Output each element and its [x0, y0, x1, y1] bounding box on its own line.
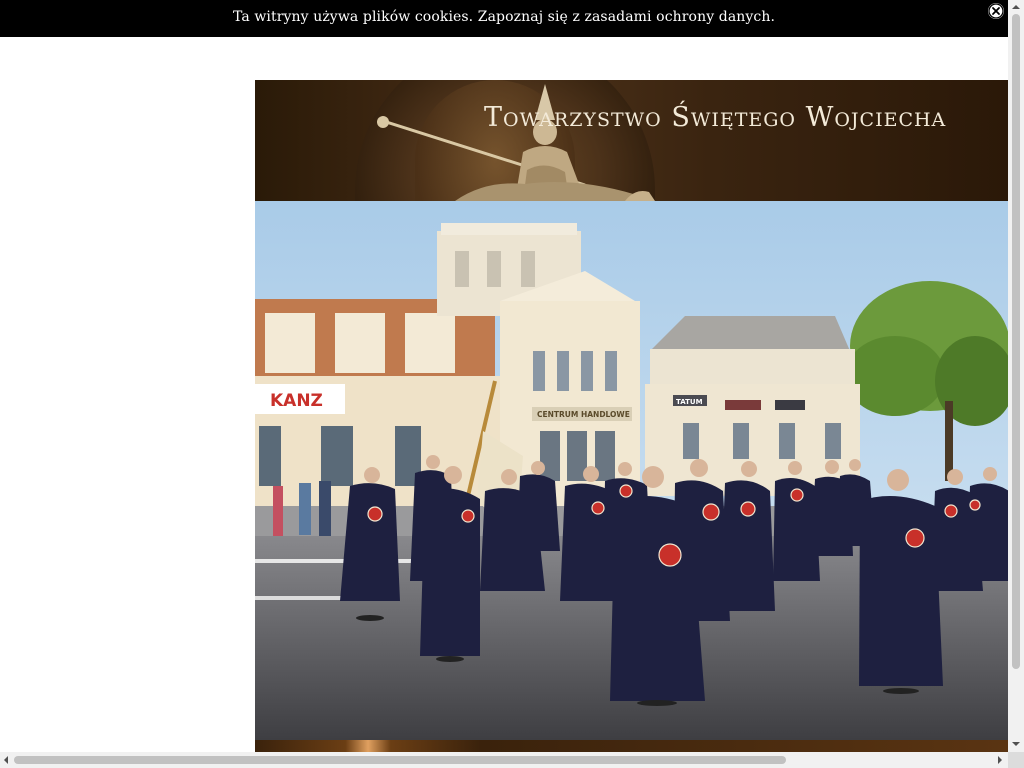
horizontal-scrollbar[interactable]	[0, 752, 1008, 768]
hero-procession-photo: KANZ CENTRUM HANDLOWE TATUM	[255, 201, 1008, 740]
site-header-banner: Towarzystwo Świętego Wojciecha	[255, 80, 1008, 201]
svg-text:CENTRUM HANDLOWE: CENTRUM HANDLOWE	[537, 410, 630, 419]
scroll-left-arrow-icon[interactable]	[4, 756, 8, 764]
vertical-scrollbar[interactable]	[1008, 0, 1024, 752]
cookie-consent-bar: Ta witryny używa plików cookies. Zapozna…	[0, 0, 1008, 37]
vertical-scrollbar-thumb[interactable]	[1012, 14, 1020, 669]
scroll-down-arrow-icon[interactable]	[1012, 742, 1020, 746]
scroll-up-arrow-icon[interactable]	[1012, 5, 1020, 9]
browser-viewport: Ta witryny używa plików cookies. Zapozna…	[0, 0, 1008, 752]
svg-text:TATUM: TATUM	[676, 398, 703, 406]
scroll-right-arrow-icon[interactable]	[998, 756, 1002, 764]
footer-banner-strip	[255, 740, 1008, 752]
cookie-message: Ta witryny używa plików cookies. Zapozna…	[233, 9, 775, 25]
close-circle-icon[interactable]	[988, 3, 1004, 19]
site-title[interactable]: Towarzystwo Świętego Wojciecha	[484, 102, 946, 133]
svg-text:KANZ: KANZ	[270, 391, 323, 411]
horizontal-scrollbar-thumb[interactable]	[14, 756, 786, 764]
scrollbar-corner	[1008, 752, 1024, 768]
statue-of-saint-icon	[377, 84, 655, 201]
